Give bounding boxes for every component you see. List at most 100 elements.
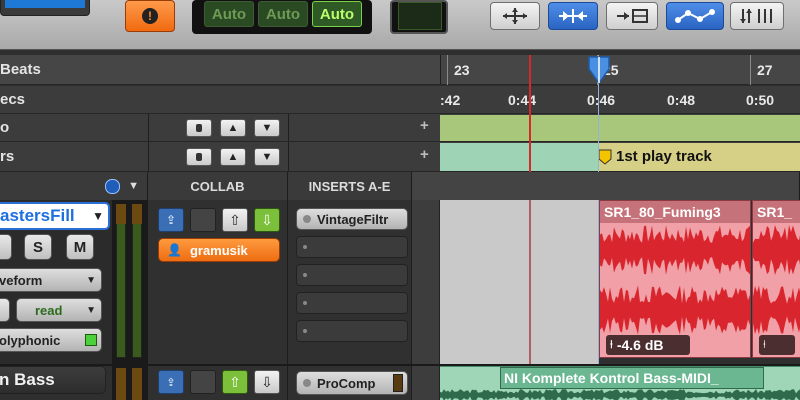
ruler-label: ecs: [0, 91, 26, 108]
bars-beats-ruler[interactable]: Beats 23 25 27: [0, 55, 800, 85]
inserts-column-header: INSERTS A-E: [288, 172, 412, 200]
trim-tool-button[interactable]: [548, 2, 598, 30]
tempo-ruler: o ▲ ▼ +: [0, 114, 800, 142]
ruler-label: rs: [0, 148, 15, 165]
insert-name: ProComp: [317, 375, 376, 391]
download-icon[interactable]: ⇩: [254, 370, 280, 394]
upload-icon[interactable]: ⇧: [222, 208, 248, 232]
insert-name: VintageFiltr: [317, 211, 389, 227]
clip-title: NI Komplete Kontrol Bass-MIDI_: [504, 370, 719, 386]
grabber-tool-button[interactable]: [666, 2, 724, 30]
timebase-label: olyphonic: [0, 332, 61, 348]
add-tempo-icon[interactable]: +: [420, 117, 429, 134]
zoom-tool-button[interactable]: [490, 2, 540, 30]
clock-icon[interactable]: [105, 178, 121, 194]
insert-slot-a[interactable]: ProComp: [296, 371, 408, 395]
time-tick: :42: [440, 92, 461, 108]
waveform-bottom: [600, 285, 750, 335]
tempo-lane[interactable]: [440, 115, 800, 141]
tempo-down-button[interactable]: ▼: [254, 119, 280, 137]
track-2-name: n Bass: [0, 370, 55, 389]
insert-slot-d[interactable]: [296, 292, 408, 314]
marker-label: 1st play track: [616, 148, 712, 165]
mode-display: [390, 0, 448, 34]
track-1-empty-area[interactable]: [440, 200, 598, 364]
dropdown-arrow-icon: ▼: [86, 274, 96, 286]
collab-blank-button[interactable]: [190, 208, 216, 232]
pencil-tool-button[interactable]: [730, 2, 784, 30]
waveform-bottom: [753, 285, 800, 335]
select-tool-button[interactable]: [606, 2, 658, 30]
collab-blank-button[interactable]: [190, 370, 216, 394]
min-secs-ruler[interactable]: ecs :42 0:44 0:46 0:48 0:50: [0, 86, 800, 114]
collab-user-name: gramusik: [189, 242, 248, 258]
track-options-button[interactable]: [0, 298, 10, 322]
dropdown-arrow-icon[interactable]: ▼: [128, 180, 139, 192]
add-marker-icon[interactable]: +: [420, 146, 429, 163]
midi-clip[interactable]: NI Komplete Kontrol Bass-MIDI_: [440, 366, 800, 400]
solo-button[interactable]: S: [24, 234, 52, 260]
clip-title: SR1_: [757, 204, 793, 220]
time-tick: 0:50: [746, 92, 775, 108]
track-name-column-header: ▼: [0, 172, 148, 200]
download-icon[interactable]: ⇩: [254, 208, 280, 232]
insert-slot-c[interactable]: [296, 264, 408, 286]
playhead-line-track: [529, 200, 531, 364]
nudge-icon: [740, 9, 772, 23]
markers-ruler: rs ▲ ▼ + 1st play track: [0, 142, 800, 172]
auto-mode-button-1[interactable]: Auto: [204, 1, 254, 27]
collab-user-badge[interactable]: 👤 gramusik: [158, 238, 280, 262]
clip-gain-badge[interactable]: ⍿: [759, 335, 795, 355]
track-2-name-field[interactable]: n Bass: [0, 366, 106, 394]
alert-button[interactable]: !: [125, 0, 175, 32]
dropdown-arrow-icon: ▼: [92, 209, 104, 223]
track-2-meter: [112, 366, 148, 400]
midi-notes: [440, 389, 800, 400]
marker-icon: [598, 149, 612, 165]
track-view-selector[interactable]: veform ▼: [0, 268, 102, 292]
automation-mode-selector[interactable]: read ▼: [16, 298, 102, 322]
upload-icon[interactable]: ⇧: [222, 370, 248, 394]
slip-icon: [559, 9, 587, 23]
tempo-up-button[interactable]: ▲: [220, 119, 246, 137]
waveform-top: [600, 225, 750, 275]
marker-lane[interactable]: 1st play track: [440, 143, 800, 171]
grid-icon: [675, 9, 715, 23]
audio-clip-1[interactable]: SR1_80_Fuming3 ⍿ -4.6 dB: [599, 200, 751, 358]
record-button[interactable]: [0, 234, 12, 260]
insert-slot-a[interactable]: VintageFiltr: [296, 208, 408, 230]
share-icon[interactable]: ⇪: [158, 370, 184, 394]
ruler-label: Beats: [0, 61, 41, 78]
insert-meter: [393, 374, 403, 392]
shuffle-arrows-icon: [503, 8, 527, 24]
marker-region[interactable]: 1st play track: [598, 143, 800, 171]
spot-icon: [617, 9, 648, 23]
gain-fader-icon: ⍿: [763, 338, 766, 351]
waveform-top: [753, 225, 800, 275]
track-1-controls: astersFill ▼ S M veform ▼ read ▼ olyphon…: [0, 200, 112, 364]
auto-mode-button-2[interactable]: Auto: [258, 1, 308, 27]
markers-up-button[interactable]: ▲: [220, 148, 246, 166]
markers-down-button[interactable]: ▼: [254, 148, 280, 166]
transport-display-edge: [0, 0, 90, 16]
share-icon[interactable]: ⇪: [158, 208, 184, 232]
track-scroll-strip[interactable]: [412, 200, 440, 400]
track-1-name: astersFill: [0, 206, 75, 225]
dropdown-arrow-icon: ▼: [86, 304, 96, 316]
track-1-name-field[interactable]: astersFill ▼: [0, 202, 110, 230]
exclamation-icon: !: [142, 8, 158, 24]
auto-mode-button-3[interactable]: Auto: [312, 1, 362, 27]
user-icon: 👤: [167, 243, 182, 257]
mute-button[interactable]: M: [66, 234, 94, 260]
audio-clip-2[interactable]: SR1_ ⍿: [752, 200, 800, 358]
gain-fader-icon: ⍿: [610, 338, 613, 351]
edit-insertion-marker-icon[interactable]: [586, 55, 612, 85]
markers-expand-button[interactable]: [186, 148, 212, 166]
timebase-selector[interactable]: olyphonic: [0, 328, 102, 352]
insert-slot-e[interactable]: [296, 320, 408, 342]
tempo-expand-button[interactable]: [186, 119, 212, 137]
insert-slot-b[interactable]: [296, 236, 408, 258]
clip-gain-badge[interactable]: ⍿ -4.6 dB: [606, 335, 690, 355]
automation-mode-label: read: [35, 302, 63, 318]
track-view-label: veform: [0, 272, 43, 288]
